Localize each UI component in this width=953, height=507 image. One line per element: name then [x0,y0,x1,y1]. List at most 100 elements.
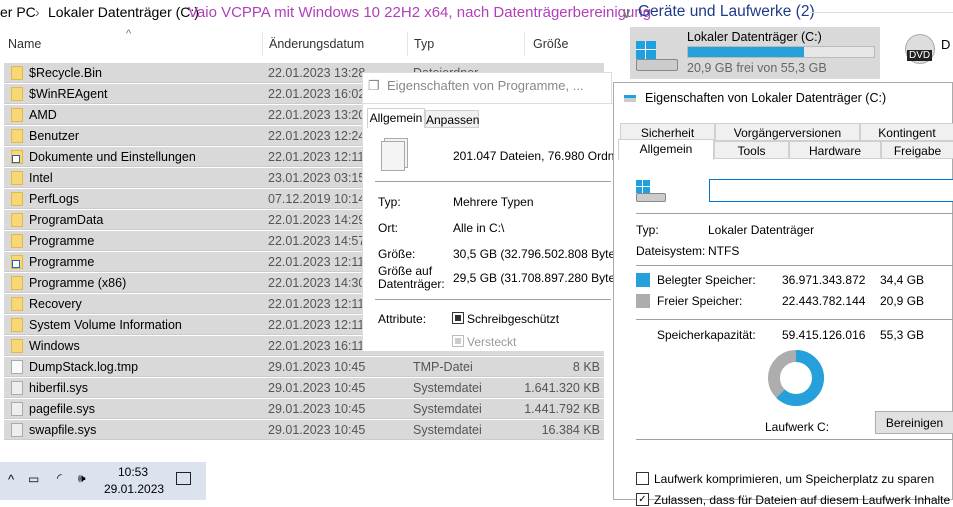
clock-date[interactable]: 29.01.2023 [104,482,164,496]
used-bytes: 36.971.343.872 [782,273,866,287]
file-date: 22.01.2023 14:30 [268,276,366,290]
file-type: Systemdatei [413,402,482,416]
file-name: PerfLogs [29,192,80,206]
folder-icon [11,171,23,185]
folder-link-icon [11,150,23,164]
folder-link-icon [11,255,23,269]
file-date: 22.01.2023 14:57 [268,234,366,248]
folder-icon [11,213,23,227]
tab-vorgaengerversionen[interactable]: Vorgängerversionen [715,123,860,141]
clock-time[interactable]: 10:53 [118,465,148,479]
tab-freigabe[interactable]: Freigabe [881,141,953,159]
tab-tools[interactable]: Tools [714,141,789,159]
column-type[interactable]: Typ [414,37,434,51]
file-date: 22.01.2023 12:24 [268,129,366,143]
folder-icon [11,318,23,332]
tab-allgemein[interactable]: Allgemein [618,139,714,160]
file-name: Dokumente und Einstellungen [29,150,196,164]
file-type: TMP-Datei [413,360,473,374]
free-label: Freier Speicher: [657,294,743,308]
drive-icon [636,180,650,193]
readonly-checkbox[interactable] [452,312,464,324]
drive-free-text: 20,9 GB frei von 55,3 GB [687,61,827,75]
file-name: System Volume Information [29,318,182,332]
column-name[interactable]: Name [8,37,41,51]
folder-icon [11,339,23,353]
tab-hardware[interactable]: Hardware [789,141,881,159]
capacity-gb: 55,3 GB [880,328,925,342]
file-name: AMD [29,108,57,122]
column-divider[interactable] [407,32,408,56]
file-date: 22.01.2023 12:11 [268,297,365,311]
drive-c-tile[interactable]: Lokaler Datenträger (C:) 20,9 GB frei vo… [630,27,880,79]
file-row[interactable]: swapfile.sys 29.01.2023 10:45 Systemdate… [4,420,604,440]
hidden-checkbox[interactable] [452,335,464,347]
disk-properties-dialog: Eigenschaften von Lokaler Datenträger (C… [613,82,953,507]
file-size: 8 KB [572,360,600,374]
capacity-label: Speicherkapazität: [657,328,756,342]
typ-value: Lokaler Datenträger [708,223,815,237]
used-gb: 34,4 GB [880,273,925,287]
fs-value: NTFS [708,244,740,258]
dvd-label: DVD [907,50,933,61]
action-center-icon[interactable] [176,472,191,485]
tab-allgemein[interactable]: Allgemein [367,108,425,128]
show-hidden-icons-chevron-icon[interactable]: ^ [8,472,14,487]
file-date: 22.01.2023 13:20 [268,108,366,122]
collapse-chevron-icon[interactable]: ∨ [621,4,632,22]
free-gb: 20,9 GB [880,294,925,308]
tab-anpassen[interactable]: Anpassen [425,110,479,128]
file-name: $WinREAgent [29,87,108,101]
folder-icon [11,66,23,80]
file-date: 22.01.2023 13:28 [268,66,366,80]
file-date: 29.01.2023 10:45 [268,360,366,374]
folder-icon [11,276,23,290]
devices-header: Geräte und Laufwerke (2) [638,3,815,20]
battery-icon[interactable]: ▭ [28,472,39,486]
used-label: Belegter Speicher: [657,273,756,287]
system-file-icon [11,423,23,437]
drive-name-input[interactable] [709,179,953,202]
breadcrumb-parent[interactable]: er PC [0,4,36,20]
file-count: 201.047 Dateien, 76.980 Ordner [453,149,626,163]
files-icon [381,141,405,171]
breadcrumb-current[interactable]: Lokaler Datenträger (C:) [48,4,199,20]
file-row[interactable]: DumpStack.log.tmp 29.01.2023 10:45 TMP-D… [4,357,604,377]
tab-kontingent[interactable]: Kontingent [860,123,953,141]
taskbar: ^ ▭ ◜ 🕪 10:53 29.01.2023 [0,462,206,500]
windows-drive-icon [636,41,656,59]
file-date: 29.01.2023 10:45 [268,381,366,395]
file-date: 22.01.2023 16:02 [268,87,366,101]
compress-checkbox[interactable] [636,472,649,485]
file-name: DumpStack.log.tmp [29,360,139,374]
copy-icon: ❐ [368,78,380,93]
file-date: 22.01.2023 14:29 [268,213,366,227]
column-date[interactable]: Änderungsdatum [269,37,364,51]
folder-icon [11,87,23,101]
file-name: Programme [29,234,95,248]
column-divider[interactable] [524,32,525,56]
used-color-swatch [636,273,650,287]
volume-icon[interactable]: 🕪 [78,471,86,486]
file-row[interactable]: pagefile.sys 29.01.2023 10:45 Systemdate… [4,399,604,419]
drive-name: Lokaler Datenträger (C:) [687,30,822,44]
column-size[interactable]: Größe [533,37,568,51]
hidden-label: Versteckt [467,335,517,349]
file-row[interactable]: hiberfil.sys 29.01.2023 10:45 Systemdate… [4,378,604,398]
drive-label: Laufwerk C: [765,420,830,434]
size-label: Größe: [378,247,416,261]
file-name: Recovery [29,297,82,311]
typ-label: Typ: [378,195,401,209]
free-bytes: 22.443.782.144 [782,294,866,308]
usage-donut-chart [768,350,824,406]
free-color-swatch [636,294,650,308]
column-divider[interactable] [262,32,263,56]
folder-icon [11,129,23,143]
capacity-bytes: 59.415.126.016 [782,328,866,342]
drive-small-icon [624,95,636,102]
size-value: 30,5 GB (32.796.502.808 Bytes) [453,247,626,261]
cleanup-button[interactable]: Bereinigen [875,411,953,434]
drive-usage-bar [687,46,875,58]
file-name: Programme (x86) [29,276,127,290]
wifi-icon[interactable]: ◜ [57,471,62,485]
